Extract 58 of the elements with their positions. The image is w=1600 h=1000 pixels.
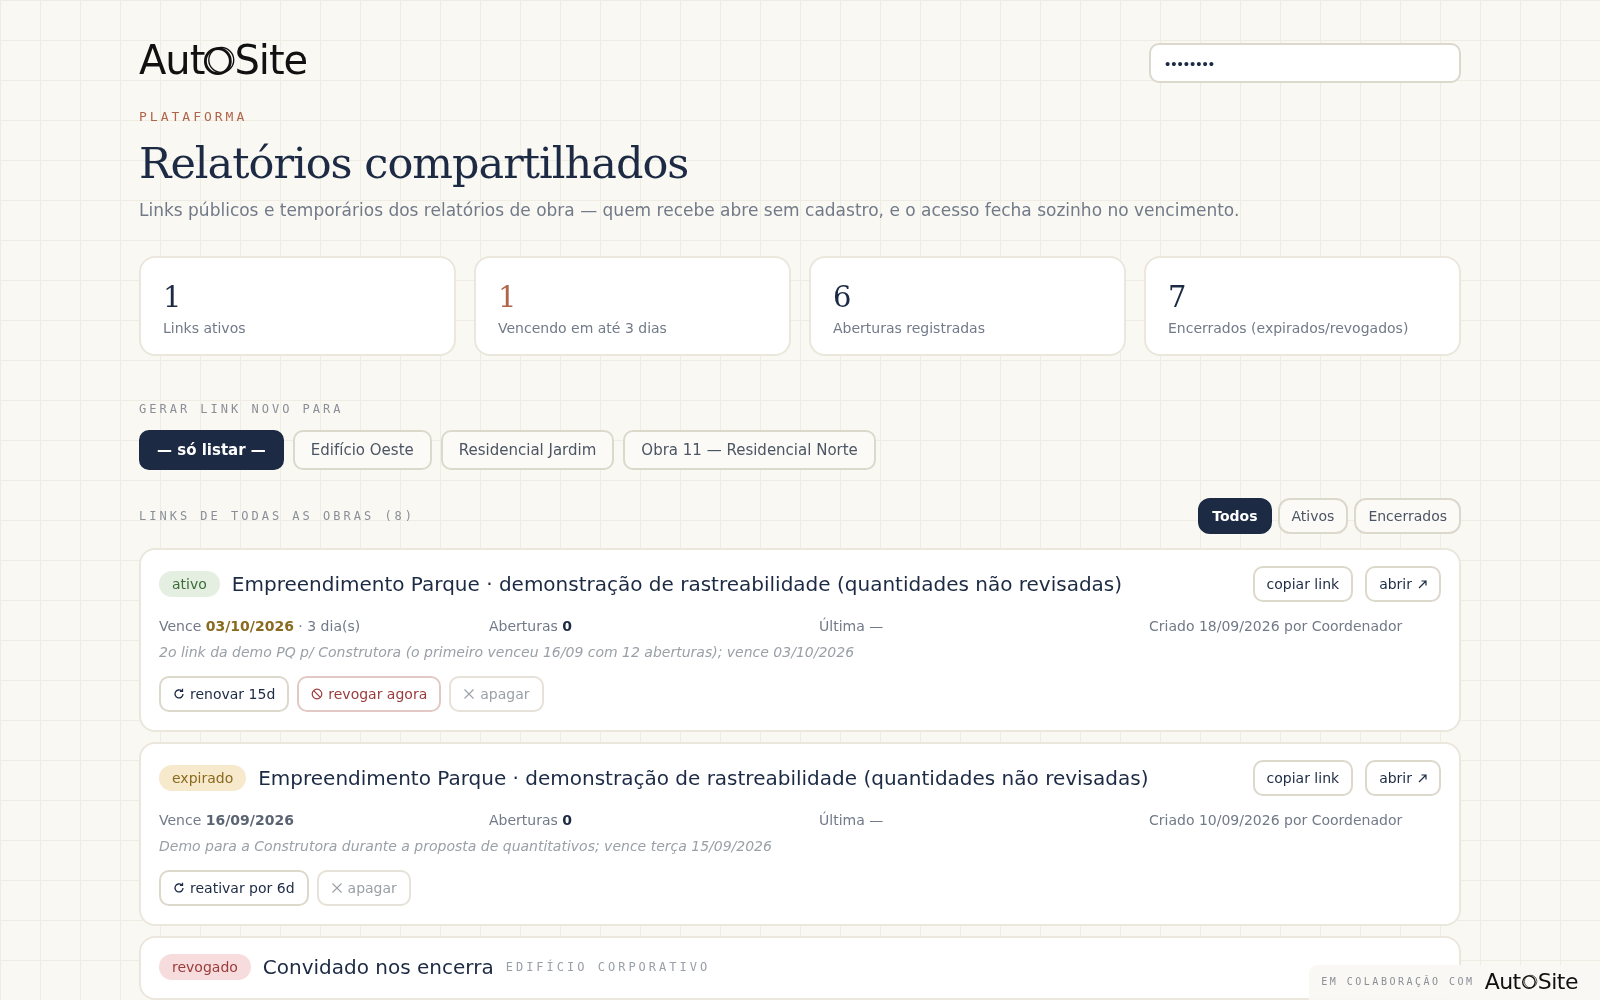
prohibited-icon: [311, 688, 324, 700]
filter-tab[interactable]: Todos: [1198, 498, 1272, 534]
status-badge: ativo: [159, 571, 220, 597]
close-icon: [330, 882, 343, 894]
project-chip[interactable]: Edifício Oeste: [292, 430, 432, 470]
copy-link-button[interactable]: copiar link: [1252, 566, 1354, 602]
last-access-text: Última —: [819, 618, 885, 634]
logo-text: Site: [1537, 969, 1578, 994]
opens-count: Aberturas 0: [489, 618, 574, 634]
link-note: Demo para a Construtora durante a proposta de quantitativos; vence terça 15/09/2026: [159, 838, 773, 854]
last-access-text: Última —: [819, 812, 885, 828]
open-button[interactable]: abrir: [1365, 760, 1441, 796]
logo-text: Aut: [139, 40, 205, 80]
filter-tab[interactable]: Encerrados: [1354, 498, 1461, 534]
credit-label: EM COLABORAÇÃO COM: [1321, 976, 1475, 987]
stat-value: 7: [1168, 282, 1188, 314]
project-chip[interactable]: Obra 11 — Residencial Norte: [623, 430, 876, 470]
status-badge: revogado: [159, 954, 251, 980]
stat-label: Encerrados (expirados/revogados): [1168, 319, 1410, 336]
link-note: 2o link da demo PQ p/ Construtora (o primeiro venceu 16/09 com 12 aberturas); vence 03/10/2026: [159, 644, 856, 660]
section-label: LINKS DE TODAS AS OBRAS (8): [139, 509, 416, 523]
open-button[interactable]: abrir: [1365, 566, 1441, 602]
renew-button[interactable]: reativar por 6d: [159, 870, 309, 906]
password-field[interactable]: ••••••••: [1149, 43, 1461, 83]
renew-button[interactable]: renovar 15d: [159, 676, 290, 712]
project-label: EDIFÍCIO CORPORATIVO: [505, 960, 711, 974]
revoke-button[interactable]: revogar agora: [297, 676, 442, 712]
refresh-icon: [173, 882, 185, 894]
link-title: Empreendimento Parque · demonstração de rastreabilidade (quantidades não revisadas): [258, 766, 1149, 790]
refresh-icon: [173, 688, 185, 700]
stat-label: Links ativos: [163, 319, 247, 336]
external-link-icon: [1418, 773, 1427, 783]
section-label: GERAR LINK NOVO PARA: [139, 402, 344, 416]
filter-tab[interactable]: Ativos: [1277, 498, 1349, 534]
expiry-text: Vence 16/09/2026: [159, 812, 295, 828]
stat-value: 6: [833, 282, 853, 314]
logo-text: Aut: [1484, 969, 1521, 994]
stat-label: Aberturas registradas: [833, 319, 986, 336]
external-link-icon: [1418, 579, 1427, 589]
section-eyebrow: PLATAFORMA: [139, 109, 249, 124]
created-text: Criado 18/09/2026 por Coordenador: [1149, 618, 1404, 634]
expiry-text: Vence 03/10/2026 · 3 dia(s): [159, 618, 362, 634]
project-chip[interactable]: — só listar —: [139, 430, 284, 470]
project-chip[interactable]: Residencial Jardim: [440, 430, 615, 470]
ring-logo-icon: [1520, 973, 1538, 990]
page-title: Relatórios compartilhados: [139, 138, 690, 188]
page-subtitle: Links públicos e temporários dos relatórios de obra — quem recebe abre sem cadastro, e o acesso fecha sozinho no vencimento.: [139, 200, 1241, 220]
logo-text: Site: [234, 40, 308, 80]
stat-value: 1: [163, 282, 183, 314]
status-badge: expirado: [159, 765, 247, 791]
stat-value: 1: [498, 282, 518, 314]
close-icon: [463, 688, 476, 700]
link-title: Convidado nos encerra: [262, 955, 494, 979]
link-title: Empreendimento Parque · demonstração de rastreabilidade (quantidades não revisadas): [231, 572, 1123, 596]
stat-label: Vencendo em até 3 dias: [498, 319, 668, 336]
opens-count: Aberturas 0: [489, 812, 574, 828]
copy-link-button[interactable]: copiar link: [1252, 760, 1354, 796]
created-text: Criado 10/09/2026 por Coordenador: [1149, 812, 1404, 828]
